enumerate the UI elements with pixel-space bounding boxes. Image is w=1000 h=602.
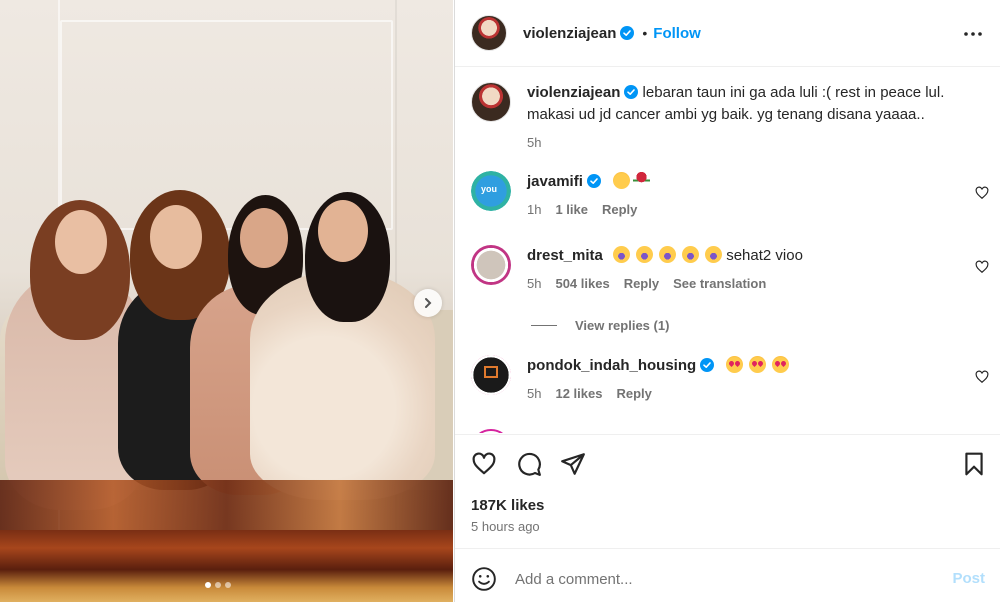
heart-eyes-icon [749, 356, 767, 373]
screaming-face-icon [659, 246, 677, 263]
verified-badge-icon [620, 26, 635, 40]
screaming-face-icon [682, 246, 700, 263]
comment-username[interactable]: pondok_indah_housing [527, 357, 696, 374]
caption-time: 5h [527, 135, 542, 150]
verified-badge-icon [700, 358, 715, 372]
coffee-table-edge [0, 530, 453, 602]
screaming-face-icon [613, 246, 631, 263]
comment-body: sehat2 vioo [726, 247, 803, 264]
reply-button[interactable]: Reply [616, 386, 651, 401]
comment-item: you javamifi 1h 1 like Reply [471, 171, 967, 217]
avatar[interactable] [471, 15, 507, 51]
post-sidebar: violenziajean • Follow violenziajean leb… [454, 0, 1000, 602]
comment-text: pondok_indah_housing [527, 355, 967, 377]
comment-likes[interactable]: 1 like [555, 202, 588, 217]
separator-dot: • [642, 25, 648, 41]
like-comment-heart-icon[interactable] [975, 370, 989, 384]
comment-likes[interactable]: 12 likes [555, 386, 602, 401]
more-options-icon[interactable] [963, 24, 983, 44]
carousel-dot [205, 582, 211, 588]
emoji-smiley-icon[interactable] [471, 566, 497, 592]
replies-divider [531, 325, 557, 326]
carousel-dot [225, 582, 231, 588]
screaming-face-icon [705, 246, 723, 263]
comment-text: drest_mita sehat2 vioo [527, 245, 967, 267]
comment-text: javamifi [527, 171, 967, 193]
comment-time: 1h [527, 202, 542, 217]
view-replies-label: View replies (1) [575, 318, 670, 333]
see-translation-button[interactable]: See translation [673, 276, 766, 291]
share-paper-plane-icon[interactable] [560, 451, 586, 477]
post-time[interactable]: 5 hours ago [471, 519, 540, 534]
comment-item: pondok_indah_housing 5h 12 likes Reply [471, 355, 967, 401]
post-header: violenziajean • Follow [455, 0, 1000, 67]
likes-count[interactable]: 187K likes [471, 497, 544, 514]
comment-username[interactable]: javamifi [527, 173, 583, 190]
author-username[interactable]: violenziajean [523, 25, 616, 42]
comment-time: 5h [527, 276, 542, 291]
heart-eyes-icon [772, 356, 790, 373]
flushed-face-icon [613, 172, 631, 189]
verified-badge-icon [586, 174, 601, 188]
avatar-logo-text: you [481, 184, 498, 194]
like-comment-heart-icon[interactable] [975, 260, 989, 274]
carousel-dot [215, 582, 221, 588]
avatar[interactable] [471, 355, 511, 395]
next-slide-button[interactable] [414, 289, 442, 317]
person-face [55, 210, 107, 274]
post-comment-button[interactable]: Post [952, 570, 985, 587]
comment-bubble-icon[interactable] [516, 451, 542, 477]
comment-input[interactable] [515, 564, 935, 594]
action-bar: 187K likes 5 hours ago [455, 434, 1000, 548]
person-face [150, 205, 202, 269]
view-replies-button[interactable]: View replies (1) [531, 318, 669, 333]
comment-time: 5h [527, 386, 542, 401]
person-face [318, 200, 368, 262]
like-heart-icon[interactable] [471, 451, 497, 477]
screaming-face-icon [636, 246, 654, 263]
chevron-right-icon [425, 298, 432, 308]
caption: violenziajean lebaran taun ini ga ada lu… [471, 82, 967, 150]
avatar[interactable] [471, 429, 511, 433]
avatar[interactable]: you [471, 171, 511, 211]
house-logo-icon [484, 366, 498, 378]
reply-button[interactable]: Reply [602, 202, 637, 217]
comment-username[interactable]: drest_mita [527, 247, 603, 264]
rose-icon [633, 172, 651, 189]
post-photo[interactable] [0, 0, 453, 602]
comment-likes[interactable]: 504 likes [555, 276, 609, 291]
caption-username[interactable]: violenziajean [527, 84, 620, 101]
avatar[interactable] [471, 82, 511, 122]
carousel-indicator [205, 582, 231, 588]
verified-badge-icon [624, 85, 639, 99]
avatar[interactable] [471, 245, 511, 285]
add-comment-bar: Post [455, 548, 1000, 602]
comments-list[interactable]: violenziajean lebaran taun ini ga ada lu… [455, 68, 1000, 433]
heart-eyes-icon [726, 356, 744, 373]
follow-button[interactable]: Follow [653, 25, 701, 42]
save-bookmark-icon[interactable] [961, 451, 987, 477]
like-comment-heart-icon[interactable] [975, 186, 989, 200]
reply-button[interactable]: Reply [624, 276, 659, 291]
person-face [240, 208, 288, 268]
caption-text: violenziajean lebaran taun ini ga ada lu… [527, 82, 967, 126]
comment-item: drest_mita sehat2 vioo 5h 504 likes Repl… [471, 245, 967, 291]
